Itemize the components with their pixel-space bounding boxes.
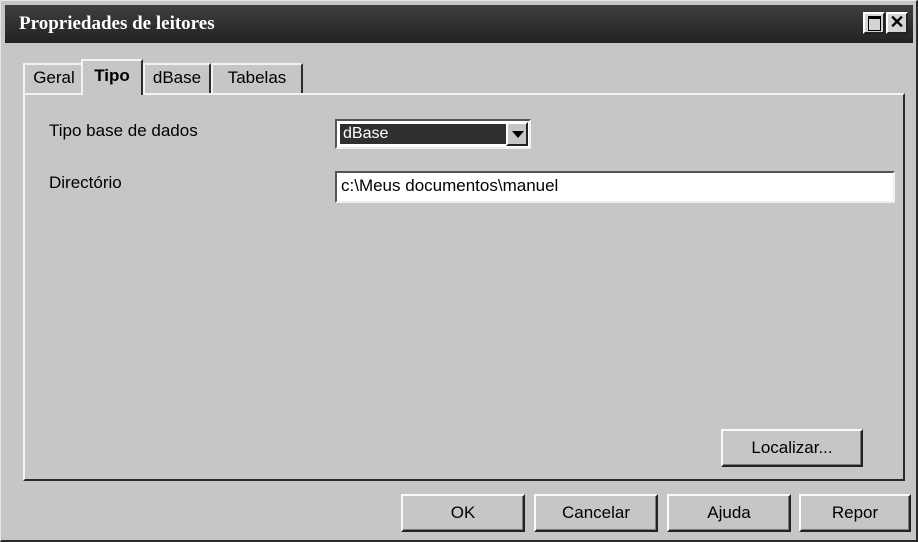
ok-button[interactable]: OK	[401, 494, 525, 532]
browse-button[interactable]: Localizar...	[721, 429, 863, 467]
tab-tabelas[interactable]: Tabelas	[211, 63, 303, 93]
title-bar[interactable]: Propriedades de leitores ✕	[5, 5, 913, 43]
dialog-window: Propriedades de leitores ✕ Geral Tipo dB…	[0, 0, 918, 542]
help-button[interactable]: Ajuda	[667, 494, 791, 532]
chevron-down-icon[interactable]	[506, 122, 528, 146]
reset-button[interactable]: Repor	[799, 494, 911, 532]
tab-tipo[interactable]: Tipo	[81, 59, 143, 95]
maximize-icon[interactable]	[863, 12, 885, 34]
window-title: Propriedades de leitores	[19, 13, 215, 34]
directory-input[interactable]: c:\Meus documentos\manuel	[335, 171, 895, 203]
tab-geral[interactable]: Geral	[23, 63, 85, 93]
close-icon[interactable]: ✕	[886, 12, 908, 34]
tab-panel: Tipo base de dados dBase Directório c:\M…	[23, 93, 905, 481]
directory-label: Directório	[49, 173, 122, 192]
db-type-select[interactable]: dBase	[335, 119, 531, 149]
db-type-label: Tipo base de dados	[49, 121, 198, 140]
tab-dbase[interactable]: dBase	[143, 63, 211, 93]
cancel-button[interactable]: Cancelar	[534, 494, 658, 532]
db-type-value: dBase	[340, 124, 506, 144]
